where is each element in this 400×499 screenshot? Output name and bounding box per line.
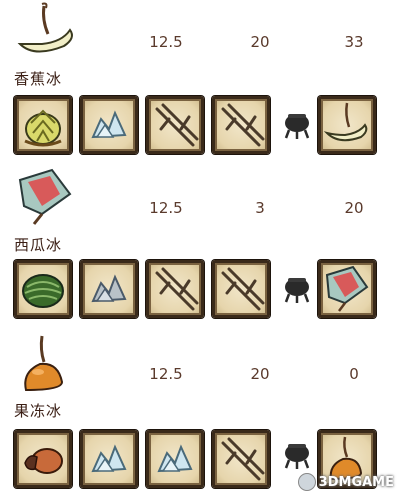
ingredient-slot (14, 96, 72, 154)
twigs-icon (221, 267, 265, 311)
result-slot (318, 96, 376, 154)
sanity-value: 20 (250, 33, 270, 51)
ingredient-slot (212, 260, 270, 318)
ingredient-slot (14, 430, 72, 488)
watermark-text: 3DMGAME (318, 474, 394, 490)
ingredient-slot (146, 260, 204, 318)
watermark-logo-icon (297, 473, 316, 491)
dried-fruit-icon (24, 448, 63, 474)
melonsicle-icon (325, 265, 369, 312)
ice-icon (91, 444, 127, 473)
ingredient-slot (80, 430, 138, 488)
ingredient-slot (14, 260, 72, 318)
result-slot (318, 260, 376, 318)
melonsicle-icon (12, 166, 78, 228)
banana-bunch-icon (24, 109, 62, 147)
hunger-value: 12.5 (149, 199, 183, 217)
recipe-row-banana: 12.5 20 33 香蕉冰 (0, 0, 400, 166)
dish-name: 果冻冰 (14, 402, 63, 420)
ice-icon (91, 274, 127, 303)
twigs-icon (155, 103, 199, 147)
health-value: 33 (344, 33, 364, 51)
ice-icon (157, 444, 193, 473)
sanity-value: 3 (255, 199, 265, 217)
sanity-value: 20 (250, 365, 270, 383)
hunger-value: 12.5 (149, 33, 183, 51)
health-value: 0 (349, 365, 359, 383)
twigs-icon (155, 267, 199, 311)
watermark: 3DMGAME (297, 473, 394, 491)
ingredient-slot (212, 96, 270, 154)
ingredient-slot (80, 260, 138, 318)
banana-pop-icon (323, 102, 368, 142)
dish-name: 西瓜冰 (14, 236, 63, 254)
dish-name: 香蕉冰 (14, 70, 63, 88)
ingredient-slot (212, 430, 270, 488)
ice-icon (91, 110, 127, 139)
twigs-icon (221, 437, 265, 481)
watermelon-icon (22, 274, 64, 308)
ingredient-slot (146, 96, 204, 154)
crock-pot-icon (282, 110, 312, 140)
recipe-row-watermelon: 12.5 3 20 西瓜冰 (0, 166, 400, 332)
ingredient-slot (80, 96, 138, 154)
twigs-icon (221, 103, 265, 147)
banana-pop-icon (12, 0, 78, 62)
crock-pot-icon (282, 440, 312, 470)
crock-pot-icon (282, 274, 312, 304)
health-value: 20 (344, 199, 364, 217)
jelly-pop-icon (12, 332, 78, 394)
hunger-value: 12.5 (149, 365, 183, 383)
ingredient-slot (146, 430, 204, 488)
